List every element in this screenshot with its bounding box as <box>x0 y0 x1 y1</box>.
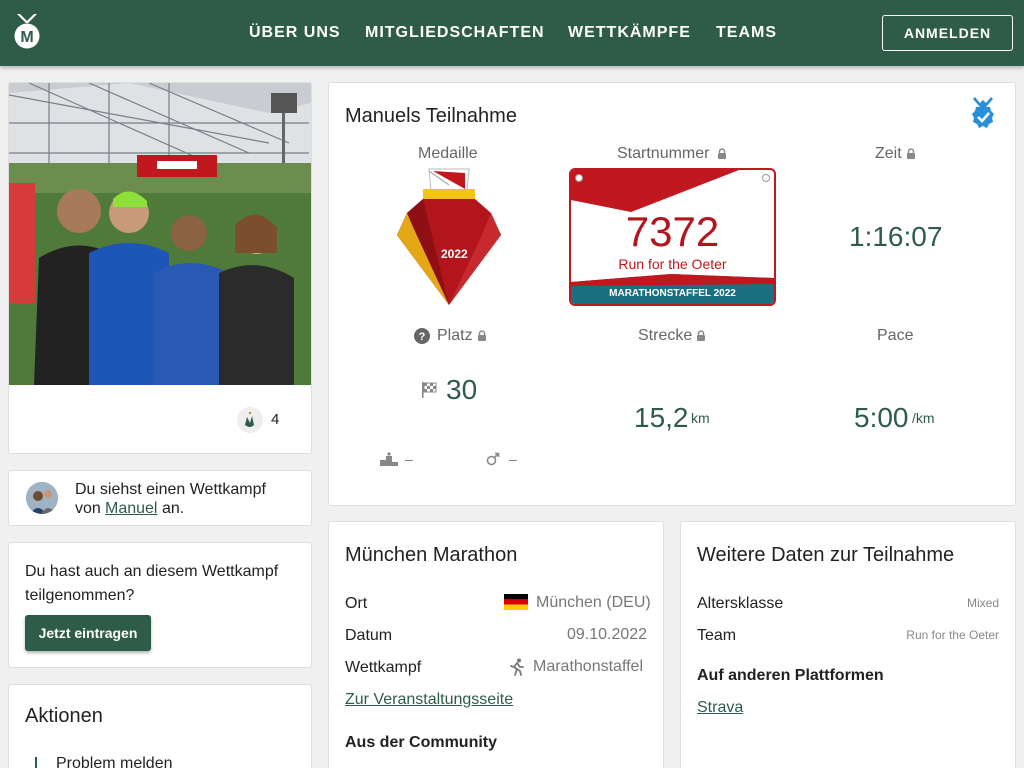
top-navigation-bar: M ÜBER UNS MITGLIEDSCHAFTEN WETTKÄMPFE T… <box>0 0 1024 66</box>
event-date-value: 09.10.2022 <box>567 626 648 643</box>
clap-button[interactable] <box>237 407 263 433</box>
bib-number: 7372 <box>625 208 720 255</box>
age-class-label: Altersklasse <box>697 595 784 612</box>
nav-mitgliedschaften[interactable]: MITGLIEDSCHAFTEN <box>365 24 545 42</box>
svg-text:M: M <box>20 29 33 46</box>
login-button[interactable]: ANMELDEN <box>882 15 1013 51</box>
event-competition-label: Wettkampf <box>345 659 422 676</box>
bib-footer: MARATHONSTAFFEL 2022 <box>609 288 736 299</box>
action-report-problem[interactable]: Problem melden <box>56 755 173 768</box>
strava-link[interactable]: Strava <box>697 699 743 717</box>
photo-illustration <box>9 83 311 385</box>
enter-participation-button[interactable]: Jetzt eintragen <box>25 615 151 651</box>
pace-label: Pace <box>877 327 914 344</box>
site-logo-icon[interactable]: M <box>14 14 40 50</box>
viewer-text-von: von <box>75 500 101 517</box>
like-count: 4 <box>271 411 280 428</box>
more-data-card: Weitere Daten zur Teilnahme Altersklasse… <box>680 521 1016 768</box>
time-value: 1:16:07 <box>849 221 943 252</box>
distance-value: 15,2 <box>634 402 689 433</box>
lock-icon <box>718 148 726 159</box>
avatar[interactable] <box>26 482 58 514</box>
place-value: 30 <box>446 374 478 405</box>
medal-graphic[interactable] <box>393 167 505 307</box>
platforms-title: Auf anderen Plattformen <box>697 667 884 684</box>
lock-icon <box>697 330 705 341</box>
photo-card: 4 <box>8 82 312 454</box>
event-date-label: Datum <box>345 627 393 644</box>
viewer-card: Du siehst einen Wettkampf von Manuel an. <box>8 470 312 526</box>
time-label: Zeit <box>875 145 902 162</box>
event-competition-value: Marathonstaffel <box>533 658 643 675</box>
participate-text-line1: Du hast auch an diesem Wettkampf <box>25 563 279 580</box>
bib-team: Run for the Oeter <box>618 256 727 272</box>
distance-label: Strecke <box>638 327 693 344</box>
viewer-text-suffix: an. <box>162 500 185 517</box>
clapping-hands-icon <box>245 411 254 427</box>
pace-unit: /km <box>912 410 935 426</box>
participation-title: Manuels Teilnahme <box>345 105 517 127</box>
nav-ueber-uns[interactable]: ÜBER UNS <box>249 24 341 42</box>
male-icon <box>486 452 500 466</box>
team-value: Run for the Oeter <box>906 628 999 642</box>
podium-icon <box>380 452 398 466</box>
bib-number-card[interactable]: 7372 Run for the Oeter MARATHONSTAFFEL 2… <box>569 168 776 306</box>
age-group-rank: – <box>405 451 413 467</box>
avatar-image <box>26 482 58 514</box>
pace-value: 5:00 <box>854 402 909 433</box>
medal-label: Medaille <box>418 145 478 162</box>
event-location-label: Ort <box>345 595 368 612</box>
participation-card: Manuels Teilnahme Medaille Startnummer Z… <box>328 82 1016 506</box>
distance-unit: km <box>691 410 710 426</box>
viewer-user-link[interactable]: Manuel <box>105 500 157 518</box>
gender-rank: – <box>509 451 517 467</box>
germany-flag-icon <box>504 594 528 610</box>
verified-badge-icon <box>972 97 994 128</box>
event-card: München Marathon Ort München (DEU) Datum… <box>328 521 664 768</box>
medal-year: 2022 <box>441 247 468 261</box>
help-icon[interactable]: ? <box>413 327 431 345</box>
lock-icon <box>907 148 915 159</box>
event-page-link[interactable]: Zur Veranstaltungsseite <box>345 691 513 709</box>
viewer-text-line1: Du siehst einen Wettkampf <box>75 481 266 498</box>
checkered-flag-icon <box>422 382 437 398</box>
runner-icon <box>510 658 524 676</box>
event-title: München Marathon <box>345 544 518 566</box>
action-item-marker <box>35 757 37 768</box>
finish-photo[interactable] <box>9 83 311 385</box>
participate-card: Du hast auch an diesem Wettkampf teilgen… <box>8 542 312 668</box>
lock-icon <box>478 330 486 341</box>
event-location-value: München (DEU) <box>536 594 651 611</box>
bib-label: Startnummer <box>617 145 710 162</box>
participate-text-line2: teilgenommen? <box>25 587 135 604</box>
community-title: Aus der Community <box>345 734 498 751</box>
svg-text:?: ? <box>419 331 426 343</box>
nav-wettkaempfe[interactable]: WETTKÄMPFE <box>568 24 691 42</box>
nav-teams[interactable]: TEAMS <box>716 24 777 42</box>
team-label: Team <box>697 627 737 644</box>
more-data-title: Weitere Daten zur Teilnahme <box>697 544 955 566</box>
place-label: Platz <box>437 327 473 344</box>
actions-card: Aktionen Problem melden <box>8 684 312 768</box>
actions-title: Aktionen <box>25 705 103 727</box>
age-class-value: Mixed <box>966 596 999 610</box>
